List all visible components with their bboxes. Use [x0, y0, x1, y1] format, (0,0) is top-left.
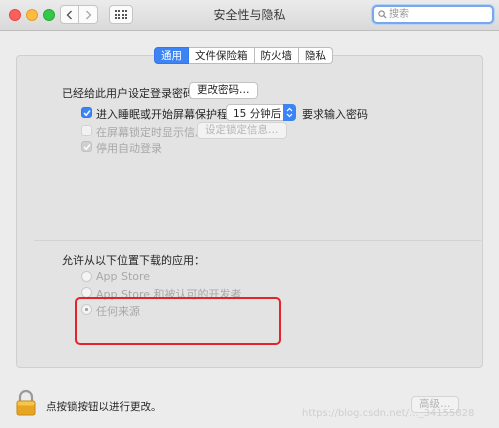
password-delay-select[interactable]: 15 分钟后 — [226, 104, 296, 121]
require-password-suffix: 要求输入密码 — [302, 108, 368, 121]
require-password-checkbox[interactable] — [81, 107, 92, 118]
set-lock-message-button[interactable]: 设定锁定信息… — [197, 122, 287, 139]
watermark-text: https://blog.csdn.net/..._34155828 — [302, 408, 475, 419]
lock-hint-text: 点按锁按钮以进行更改。 — [46, 401, 162, 413]
radio-app-store[interactable] — [81, 271, 92, 282]
updown-arrows-icon — [283, 104, 296, 121]
checkmark-icon — [83, 110, 91, 117]
title-bar: 安全性与隐私 — [0, 0, 499, 31]
section-divider — [34, 240, 481, 241]
checkmark-icon — [83, 144, 91, 151]
password-delay-value: 15 分钟后 — [233, 108, 282, 120]
tab-general[interactable]: 通用 — [154, 47, 189, 64]
require-password-label: 进入睡眠或开始屏幕保护程序 — [96, 108, 239, 121]
tab-filevault[interactable]: 文件保险箱 — [189, 47, 255, 64]
show-message-label: 在屏幕锁定时显示信息 — [96, 126, 206, 139]
tab-firewall[interactable]: 防火墙 — [254, 47, 299, 64]
annotation-highlight-box — [75, 297, 281, 345]
lock-icon[interactable] — [15, 389, 37, 417]
show-message-checkbox[interactable] — [81, 125, 92, 136]
search-field[interactable] — [372, 5, 494, 24]
tab-bar: 通用 文件保险箱 防火墙 隐私 — [154, 47, 333, 64]
search-icon — [378, 10, 387, 19]
disable-auto-login-checkbox[interactable] — [81, 141, 92, 152]
tab-privacy[interactable]: 隐私 — [299, 47, 333, 64]
password-set-label: 已经给此用户设定登录密码 — [62, 87, 194, 100]
downloads-heading: 允许从以下位置下载的应用： — [62, 254, 205, 267]
radio-app-store-label: App Store — [96, 270, 151, 283]
search-input[interactable] — [389, 7, 489, 22]
disable-auto-login-label: 停用自动登录 — [96, 142, 162, 155]
change-password-button[interactable]: 更改密码… — [189, 82, 258, 99]
